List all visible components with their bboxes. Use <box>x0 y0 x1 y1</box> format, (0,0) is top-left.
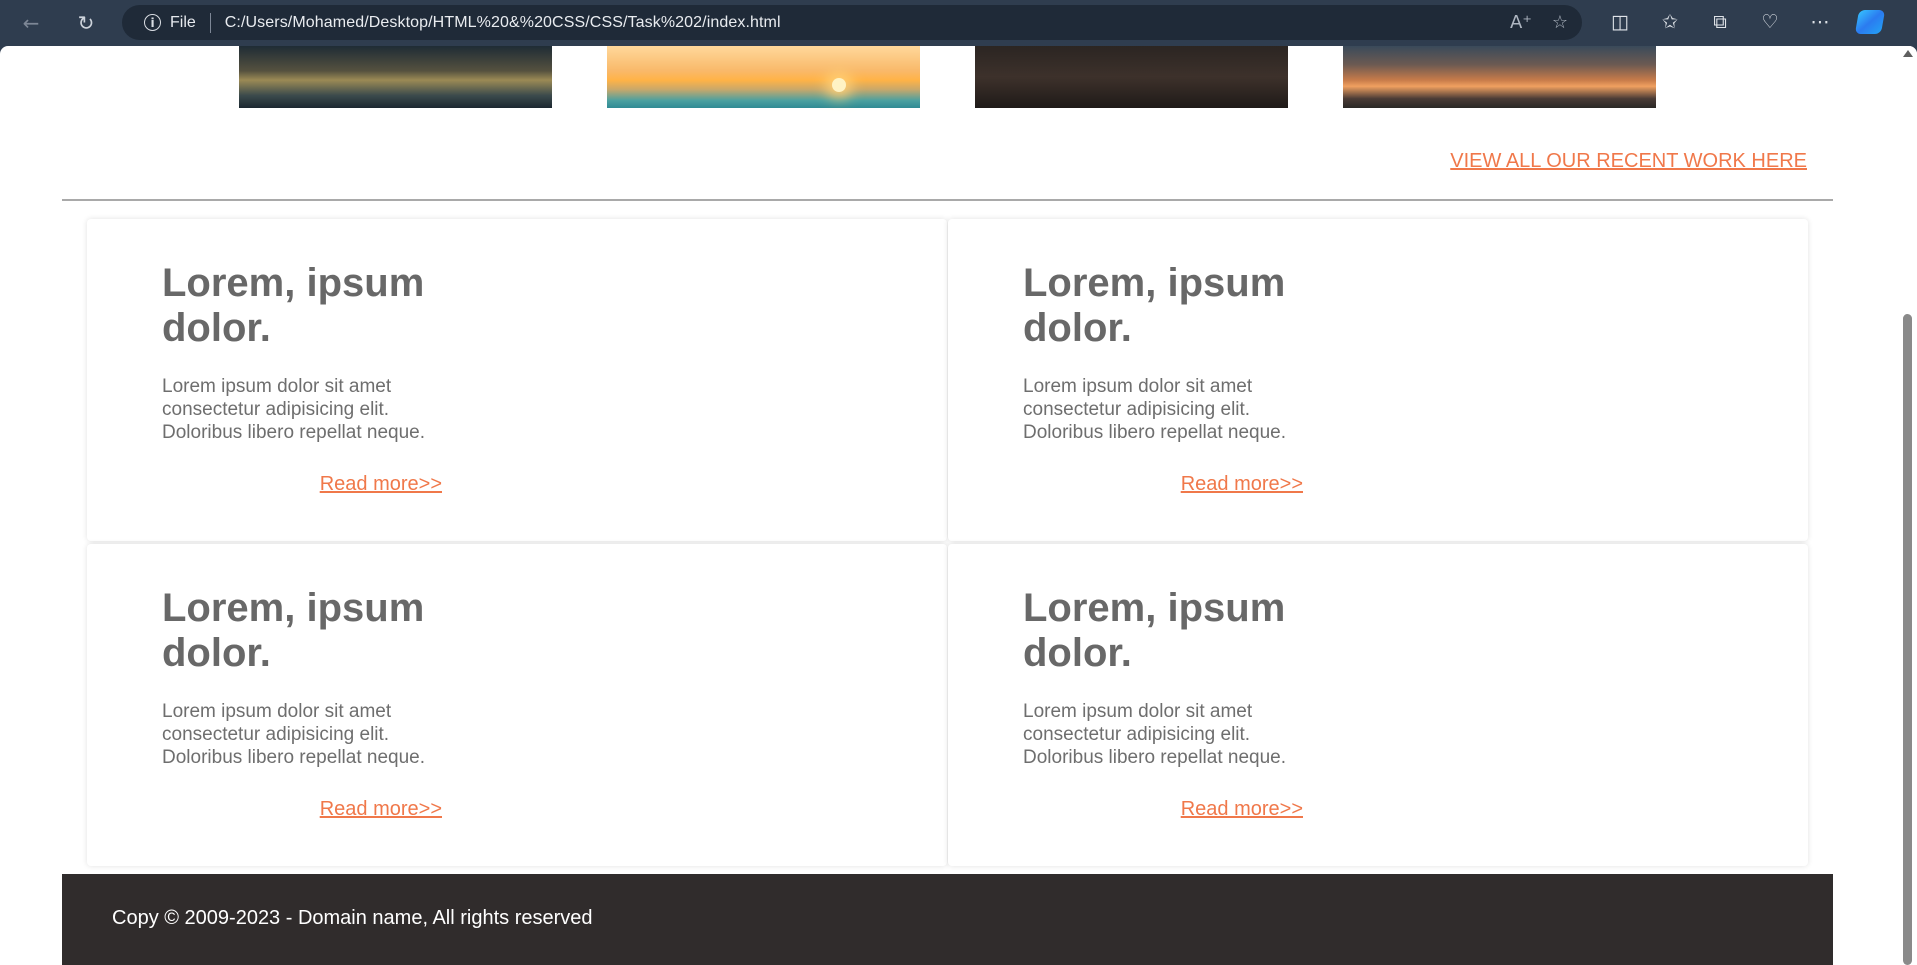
card-title: Lorem, ipsum dolor. <box>162 586 425 675</box>
read-more-link[interactable]: Read more>> <box>1023 798 1303 821</box>
card-text: Lorem ipsum dolor sit amet consectetur a… <box>162 701 425 768</box>
gallery-image <box>975 46 1288 108</box>
gallery-image <box>607 46 920 108</box>
read-more-link[interactable]: Read more>> <box>1023 473 1303 496</box>
info-icon[interactable]: i <box>144 14 161 31</box>
view-recent-work-link[interactable]: VIEW ALL OUR RECENT WORK HERE <box>1450 150 1807 173</box>
page-viewport: VIEW ALL OUR RECENT WORK HERE Lorem, ips… <box>0 46 1917 965</box>
recent-work-gallery <box>0 46 1900 108</box>
copilot-icon <box>1854 10 1886 34</box>
article-card: Lorem, ipsum dolor. Lorem ipsum dolor si… <box>948 219 1808 541</box>
copyright-text: Copy © 2009-2023 - Domain name, All righ… <box>112 907 593 929</box>
refresh-icon[interactable]: ↻ <box>68 7 104 39</box>
star-icon[interactable]: ☆ <box>1552 12 1568 33</box>
read-more-link[interactable]: Read more>> <box>162 798 442 821</box>
copilot-button[interactable] <box>1845 0 1895 44</box>
article-card: Lorem, ipsum dolor. Lorem ipsum dolor si… <box>87 219 947 541</box>
browser-essentials-icon[interactable]: ♡ <box>1745 0 1795 44</box>
read-more-link[interactable]: Read more>> <box>162 473 442 496</box>
card-title: Lorem, ipsum dolor. <box>162 261 425 350</box>
scrollbar-thumb[interactable] <box>1903 314 1912 965</box>
card-text: Lorem ipsum dolor sit amet consectetur a… <box>162 376 425 443</box>
back-icon[interactable]: ← <box>13 7 49 39</box>
page-footer: Copy © 2009-2023 - Domain name, All righ… <box>62 874 1833 965</box>
card-text: Lorem ipsum dolor sit amet consectetur a… <box>1023 376 1286 443</box>
read-aloud-icon[interactable]: A⁺ <box>1510 12 1532 33</box>
address-separator <box>209 12 211 33</box>
address-bar[interactable]: i File C:/Users/Mohamed/Desktop/HTML%20&… <box>122 5 1582 40</box>
address-scheme: File <box>170 13 196 31</box>
collections-icon[interactable]: ⧉ <box>1695 0 1745 44</box>
sun-glow <box>832 78 846 92</box>
gallery-image <box>239 46 552 108</box>
card-title: Lorem, ipsum dolor. <box>1023 586 1286 675</box>
card-text: Lorem ipsum dolor sit amet consectetur a… <box>1023 701 1286 768</box>
article-card: Lorem, ipsum dolor. Lorem ipsum dolor si… <box>948 544 1808 866</box>
scroll-up-arrow-icon[interactable] <box>1903 50 1913 57</box>
scrollbar[interactable] <box>1900 46 1917 965</box>
split-screen-icon[interactable]: ◫ <box>1595 0 1645 44</box>
url-text[interactable]: C:/Users/Mohamed/Desktop/HTML%20&%20CSS/… <box>225 14 781 32</box>
article-card: Lorem, ipsum dolor. Lorem ipsum dolor si… <box>87 544 947 866</box>
section-divider <box>62 199 1833 201</box>
more-icon[interactable]: ⋯ <box>1795 0 1845 44</box>
card-title: Lorem, ipsum dolor. <box>1023 261 1286 350</box>
gallery-image <box>1343 46 1656 108</box>
favorites-icon[interactable]: ✩ <box>1645 0 1695 44</box>
browser-toolbar: ← ↻ i File C:/Users/Mohamed/Desktop/HTML… <box>0 0 1917 46</box>
